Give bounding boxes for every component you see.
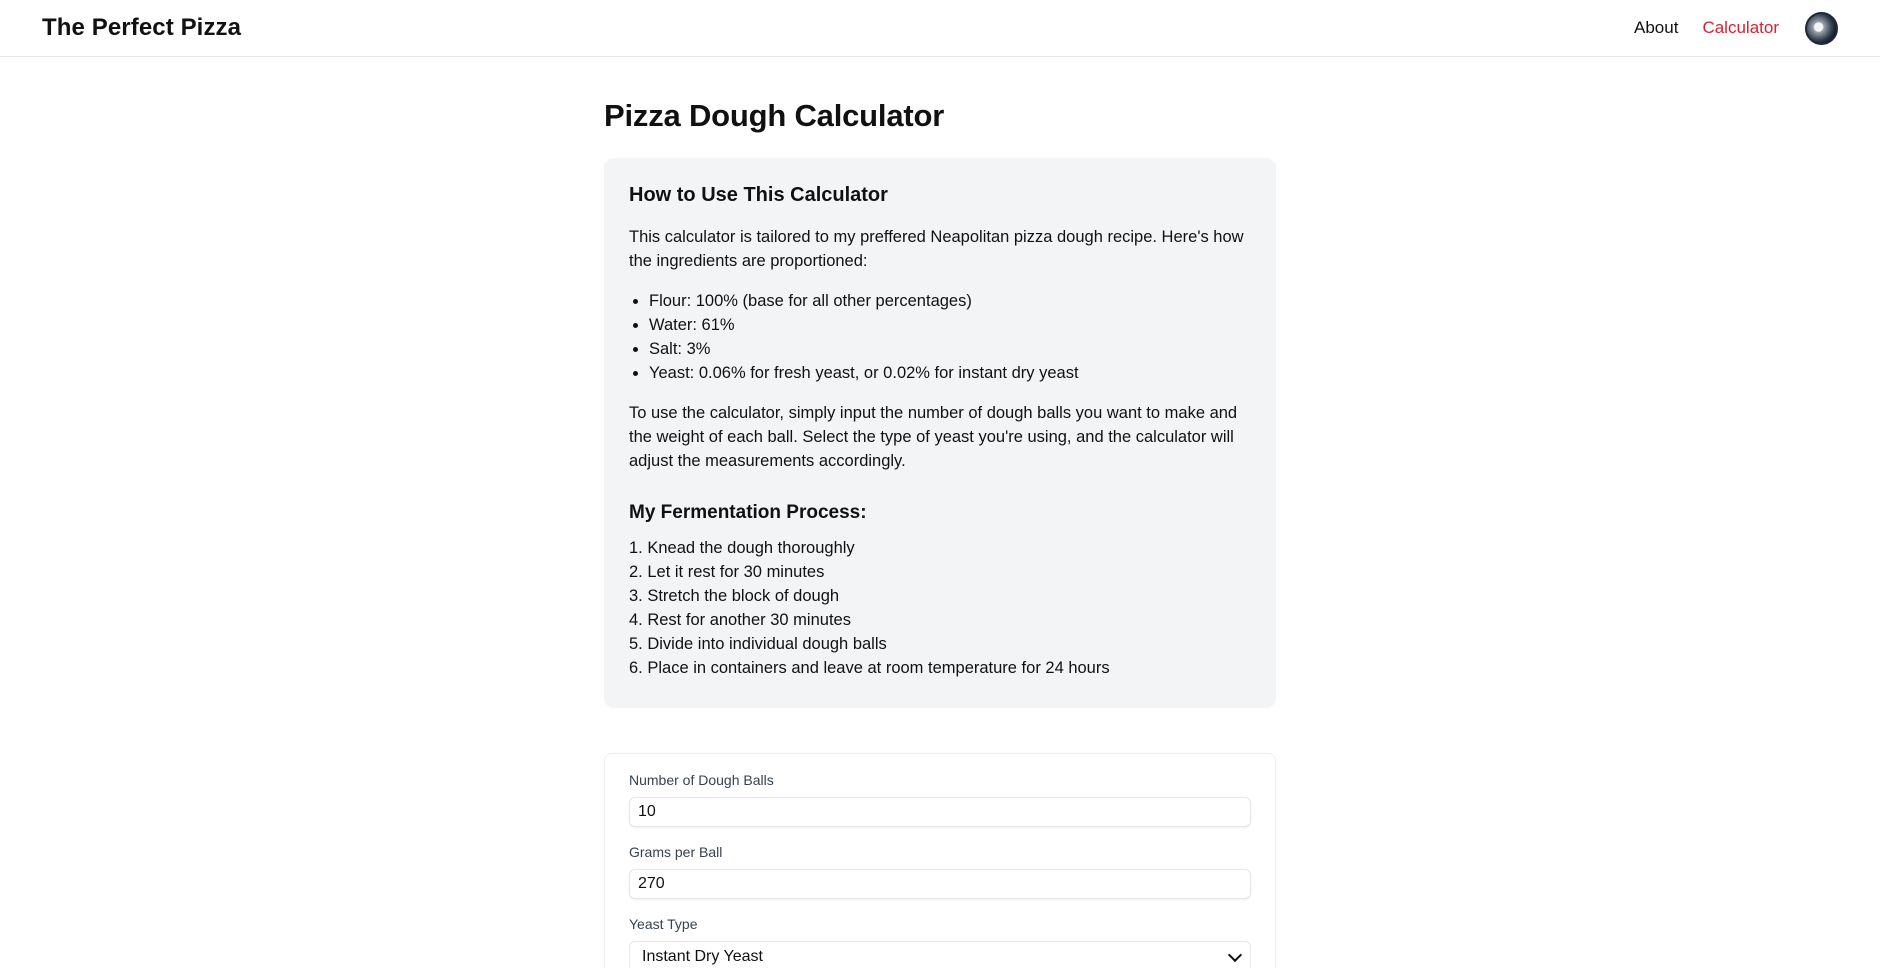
grams-per-ball-field: Grams per Ball: [629, 844, 1251, 899]
grams-per-ball-input[interactable]: [629, 869, 1251, 899]
top-navbar: The Perfect Pizza About Calculator: [0, 0, 1880, 57]
process-step: 5. Divide into individual dough balls: [629, 635, 887, 653]
user-avatar-icon[interactable]: [1805, 11, 1838, 45]
ingredient-item: Salt: 3%: [649, 337, 1251, 361]
process-step: 2. Let it rest for 30 minutes: [629, 563, 825, 581]
yeast-type-field: Yeast Type Instant Dry Yeast: [629, 916, 1251, 968]
nav-link-calculator[interactable]: Calculator: [1702, 18, 1779, 38]
instructions-heading: How to Use This Calculator: [629, 184, 888, 206]
ingredient-item: Yeast: 0.06% for fresh yeast, or 0.02% f…: [649, 361, 1251, 385]
dough-balls-label: Number of Dough Balls: [629, 772, 774, 788]
instructions-usage: To use the calculator, simply input the …: [629, 404, 1238, 470]
site-brand[interactable]: The Perfect Pizza: [42, 14, 241, 42]
dough-balls-input[interactable]: [629, 797, 1251, 827]
process-step: 6. Place in containers and leave at room…: [629, 659, 1110, 677]
instructions-card: How to Use This Calculator This calculat…: [604, 158, 1276, 708]
process-steps-list: 1. Knead the dough thoroughly 2. Let it …: [629, 536, 1251, 680]
instructions-intro: This calculator is tailored to my preffe…: [629, 228, 1244, 270]
dough-balls-field: Number of Dough Balls: [629, 772, 1251, 827]
chevron-down-icon: [1227, 947, 1243, 963]
process-step: 3. Stretch the block of dough: [629, 587, 840, 605]
ingredient-item: Water: 61%: [649, 313, 1251, 337]
main-content: Pizza Dough Calculator How to Use This C…: [604, 57, 1276, 968]
process-step: 4. Rest for another 30 minutes: [629, 611, 851, 629]
process-heading: My Fermentation Process:: [629, 502, 867, 523]
process-step: 1. Knead the dough thoroughly: [629, 539, 855, 557]
nav-link-about[interactable]: About: [1634, 18, 1678, 38]
calculator-form: Number of Dough Balls Grams per Ball Yea…: [604, 753, 1276, 968]
main-nav: About Calculator: [1634, 11, 1838, 45]
page-title: Pizza Dough Calculator: [604, 98, 945, 133]
yeast-type-value: Instant Dry Yeast: [642, 948, 763, 965]
yeast-type-label: Yeast Type: [629, 916, 698, 932]
yeast-type-select[interactable]: Instant Dry Yeast: [629, 941, 1251, 968]
ingredient-item: Flour: 100% (base for all other percenta…: [649, 289, 1251, 313]
ingredients-list: Flour: 100% (base for all other percenta…: [649, 289, 1251, 385]
grams-per-ball-label: Grams per Ball: [629, 844, 723, 860]
